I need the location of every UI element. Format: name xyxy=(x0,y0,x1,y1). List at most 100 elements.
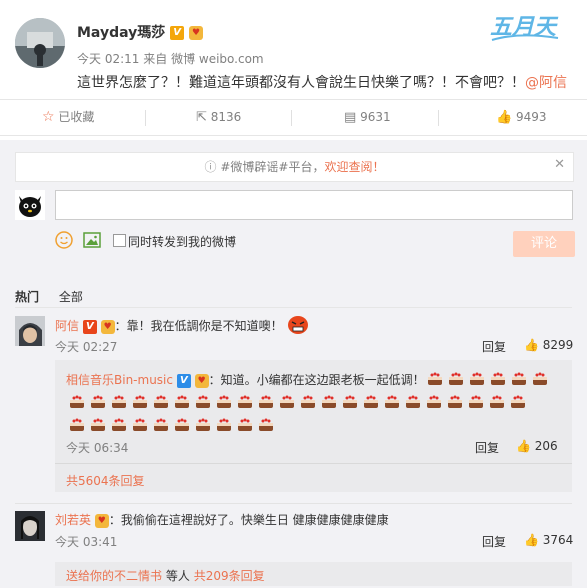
cake-emoji-icon xyxy=(509,392,527,410)
sub-reply-name[interactable]: 相信音乐Bin-music xyxy=(66,373,173,387)
cake-emoji-icon xyxy=(68,415,86,433)
comment-tabs: 热门 全部 xyxy=(15,288,83,305)
cake-emoji-icon xyxy=(426,369,444,387)
cake-emoji-icon xyxy=(173,392,191,410)
comment-count: 9631 xyxy=(360,110,391,124)
cake-emoji-row xyxy=(66,415,276,433)
cake-emoji-icon xyxy=(173,415,191,433)
cake-emoji-icon xyxy=(299,392,317,410)
cake-emoji-icon xyxy=(89,415,107,433)
divider xyxy=(291,110,292,126)
emoji-icon[interactable] xyxy=(55,231,73,249)
comment-button[interactable]: ▤ 9631 xyxy=(344,100,391,135)
cake-emoji-icon xyxy=(404,392,422,410)
sub-reply-time: 今天 06:34 xyxy=(66,441,129,455)
cake-emoji-icon xyxy=(488,392,506,410)
commenter-avatar[interactable] xyxy=(15,511,45,541)
submit-comment-button[interactable]: 评论 xyxy=(513,231,575,257)
comment-input[interactable] xyxy=(55,190,573,220)
action-bar: ☆ 已收藏 ⇱ 8136 ▤ 9631 👍 9493 xyxy=(0,99,587,136)
cake-emoji-icon xyxy=(257,392,275,410)
comment-like-button[interactable]: 👍 3764 xyxy=(524,533,573,547)
author-avatar[interactable] xyxy=(15,18,65,68)
post-source-prefix: 来自 xyxy=(143,52,168,66)
cake-emoji-row xyxy=(66,392,528,410)
notice-tag[interactable]: #微博辟谣#平台 xyxy=(220,160,312,174)
thumbs-up-icon: 👍 xyxy=(524,338,539,352)
member-heart-icon: ♥ xyxy=(100,319,115,334)
mention-link[interactable]: @阿信 xyxy=(525,75,567,91)
reply-summary-middle: 等人 xyxy=(165,569,190,583)
post-source[interactable]: 微博 weibo.com xyxy=(171,52,264,66)
reply-button[interactable]: 回复 xyxy=(482,533,506,550)
close-icon[interactable]: ✕ xyxy=(554,157,565,172)
notice-bar: ⓘ #微博辟谣#平台，欢迎查阅！ xyxy=(15,152,574,182)
commenter-avatar[interactable] xyxy=(15,316,45,346)
sub-reply-like-button[interactable]: 👍 206 xyxy=(516,439,558,453)
verified-badge-icon: V xyxy=(82,319,97,334)
cake-emoji-icon xyxy=(447,369,465,387)
cake-emoji-icon xyxy=(278,392,296,410)
member-heart-icon: ♥ xyxy=(94,513,109,528)
cake-emoji-icon xyxy=(236,392,254,410)
repost-count: 8136 xyxy=(210,110,242,124)
cake-emoji-icon xyxy=(383,392,401,410)
cake-emoji-icon xyxy=(194,392,212,410)
tab-hot[interactable]: 热门 xyxy=(15,290,39,304)
cake-emoji-icon xyxy=(110,392,128,410)
forward-label: 同时转发到我的微博 xyxy=(128,235,237,249)
repost-icon: ⇱ xyxy=(196,110,207,125)
like-count: 9493 xyxy=(516,110,547,124)
repost-button[interactable]: ⇱ 8136 xyxy=(196,100,241,135)
forward-checkbox[interactable] xyxy=(113,234,126,247)
cake-emoji-icon xyxy=(152,415,170,433)
reply-button[interactable]: 回复 xyxy=(482,338,506,355)
more-replies-link[interactable]: 共209条回复 xyxy=(194,569,265,583)
cake-emoji-icon xyxy=(131,415,149,433)
notice-cta[interactable]: 欢迎查阅！ xyxy=(324,160,384,174)
current-user-avatar[interactable] xyxy=(15,190,45,220)
commenter-name[interactable]: 刘若英 xyxy=(55,513,91,527)
post-body: 這世界怎麼了？！難道這年頭都沒有人會說生日快樂了嗎？！不會吧？！ xyxy=(77,75,525,91)
more-replies-link[interactable]: 共5604条回复 xyxy=(66,472,145,489)
cake-emoji-icon xyxy=(68,392,86,410)
member-heart-icon: ♥ xyxy=(194,373,209,388)
angry-emoji-icon xyxy=(287,315,309,338)
author-name[interactable]: Mayday瑪莎 xyxy=(77,25,165,41)
divider xyxy=(438,110,439,126)
comment-like-count: 8299 xyxy=(542,338,574,352)
verified-badge-icon: V xyxy=(176,373,191,388)
favorite-label: 已收藏 xyxy=(58,110,95,124)
sub-reply-line: 相信音乐Bin-music V ♥ ：知道。小编都在这边跟老板一起低调！ xyxy=(66,371,425,388)
thumbs-up-icon: 👍 xyxy=(524,533,539,547)
comment-2-line: 刘若英 ♥ ：我偷偷在這裡說好了。快樂生日 健康健康健康健康 xyxy=(55,511,389,528)
cake-emoji-icon xyxy=(489,369,507,387)
like-button[interactable]: 👍 9493 xyxy=(496,100,547,135)
comment-divider xyxy=(15,503,572,504)
favorite-button[interactable]: ☆ 已收藏 xyxy=(42,100,94,135)
post-text: 這世界怎麼了？！難道這年頭都沒有人會說生日快樂了嗎？！不會吧？！@阿信 xyxy=(77,72,567,92)
commenter-name[interactable]: 阿信 xyxy=(55,319,79,333)
comment-time: 今天 03:41 xyxy=(55,535,118,549)
sub-reply-text: ：知道。小编都在这边跟老板一起低调！ xyxy=(208,373,425,387)
cake-emoji-icon xyxy=(425,392,443,410)
cake-emoji-icon xyxy=(152,392,170,410)
reply-summary: 送给你的不二情书 等人 共209条回复 xyxy=(66,567,265,584)
cake-emoji-icon xyxy=(215,415,233,433)
cake-emoji-icon xyxy=(194,415,212,433)
comment-time: 今天 02:27 xyxy=(55,340,118,354)
post-time[interactable]: 今天 02:11 xyxy=(77,52,139,66)
reply-summary-name[interactable]: 送给你的不二情书 xyxy=(66,569,162,583)
cake-emoji-icon xyxy=(110,415,128,433)
comment-like-button[interactable]: 👍 8299 xyxy=(524,338,573,352)
tabs-divider xyxy=(15,307,572,308)
comment-like-count: 3764 xyxy=(542,533,574,547)
cake-emoji-icon xyxy=(510,369,528,387)
tab-all[interactable]: 全部 xyxy=(59,290,83,304)
author-name-row: Mayday瑪莎 V ♥ xyxy=(77,22,203,42)
comment-icon: ▤ xyxy=(344,110,357,125)
reply-divider xyxy=(55,463,572,464)
image-icon[interactable] xyxy=(83,231,101,249)
reply-button[interactable]: 回复 xyxy=(475,439,499,456)
cake-emoji-icon xyxy=(468,369,486,387)
